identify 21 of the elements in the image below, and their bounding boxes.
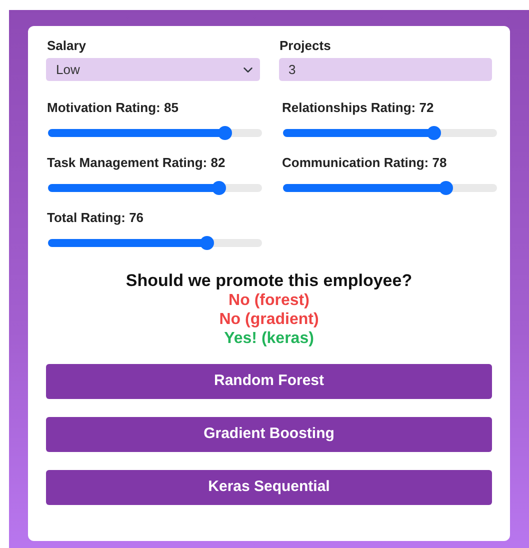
model-button[interactable]: Gradient Boosting: [46, 417, 492, 452]
rating-label: Task Management Rating: 82: [47, 155, 226, 170]
rating-slider[interactable]: [48, 184, 262, 192]
projects-field[interactable]: 3: [278, 58, 492, 81]
prediction-result: Yes! (keras): [223, 329, 315, 348]
field-label: Projects: [280, 38, 332, 53]
salary-dropdown[interactable]: Low: [46, 58, 260, 81]
question-heading: Should we promote this employee?: [124, 271, 414, 291]
rating-slider[interactable]: [48, 239, 262, 247]
prediction-result: No (forest): [228, 291, 310, 310]
field-label: Salary: [47, 38, 88, 53]
model-button[interactable]: Keras Sequential: [46, 470, 492, 505]
rating-label: Total Rating: 76: [47, 210, 145, 225]
rating-slider[interactable]: [283, 129, 497, 137]
prediction-result: No (gradient): [218, 310, 320, 329]
rating-slider[interactable]: [48, 129, 262, 137]
rating-slider[interactable]: [283, 184, 497, 192]
model-button[interactable]: Random Forest: [46, 364, 492, 399]
rating-label: Communication Rating: 78: [282, 155, 448, 170]
rating-label: Motivation Rating: 85: [47, 100, 180, 115]
rating-label: Relationships Rating: 72: [282, 100, 435, 115]
